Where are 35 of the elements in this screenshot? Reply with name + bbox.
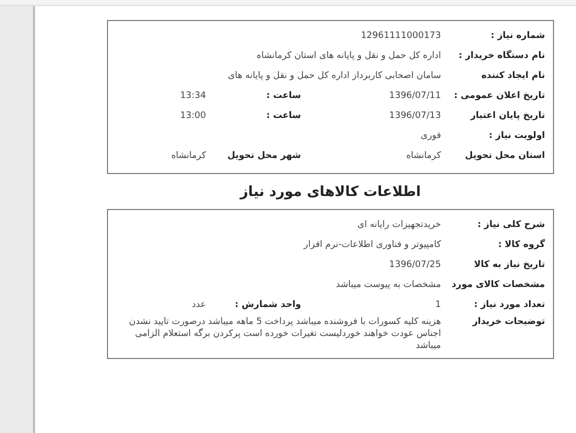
field-value: 13:34 [179,90,206,104]
field-value: 13:00 [179,110,206,124]
description-text: هزینه کلیه کسورات با فروشنده میباشد پرداخت 5 ماهه میباشد درصورت تایید نشدن اجناس عودت خواهند خوردلیست تغیرات خورده است پرکردن برگه استعلام الزامی میباشد [128,316,441,352]
field-label: تعداد مورد نیاز : [473,299,545,312]
field-value: 12961111000173 [360,30,441,44]
field-value: فوری [420,130,441,144]
field-label: مشخصات کالای مورد [450,279,545,292]
field-label: توضیحات خریدار [471,316,545,329]
field-label: نام ایجاد کننده [480,70,545,84]
field-value: اداره کل حمل و نقل و پایانه های استان کرمانشاه [256,50,441,64]
field-value: 1396/07/25 [388,259,441,272]
field-label: شهر محل تحویل [226,150,301,164]
field-value: مشخصات به پیوست میباشد [334,279,441,292]
field-label: شماره نیاز : [490,30,545,44]
field-value: کرمانشاه [405,150,441,164]
field-value: 1396/07/11 [388,90,441,104]
field-label: تاریخ پایان اعتبار [469,110,545,124]
field-value: کرمانشاه [170,150,206,164]
field-value: خریدتجهیزات رایانه ای [356,219,441,232]
field-label: نام دستگاه خریدار : [458,50,545,64]
field-label: تاریخ نیاز به کالا [473,259,545,272]
field-label: اولویت نیاز : [488,130,545,144]
field-value: 1 [434,299,441,312]
field-label: تاریخ اعلان عمومی : [452,90,545,104]
field-value: کامپیوتر و فناوری اطلاعات-نرم افزار [302,239,441,252]
field-value: 1396/07/13 [388,110,441,124]
field-label: استان محل تحویل [464,150,545,164]
field-label: واحد شمارش : [234,299,301,312]
field-value: سامان اصحابی کاربرداز اداره کل حمل و نقل و پایانه های [226,70,441,84]
section-heading: اطلاعات کالاهای مورد نیاز [238,183,422,202]
field-label: ساعت : [265,110,301,124]
field-value: عدد [190,299,206,312]
field-label: گروه کالا : [497,239,545,252]
field-label: شرح کلی نیاز : [476,219,545,232]
field-label: ساعت : [265,90,301,104]
